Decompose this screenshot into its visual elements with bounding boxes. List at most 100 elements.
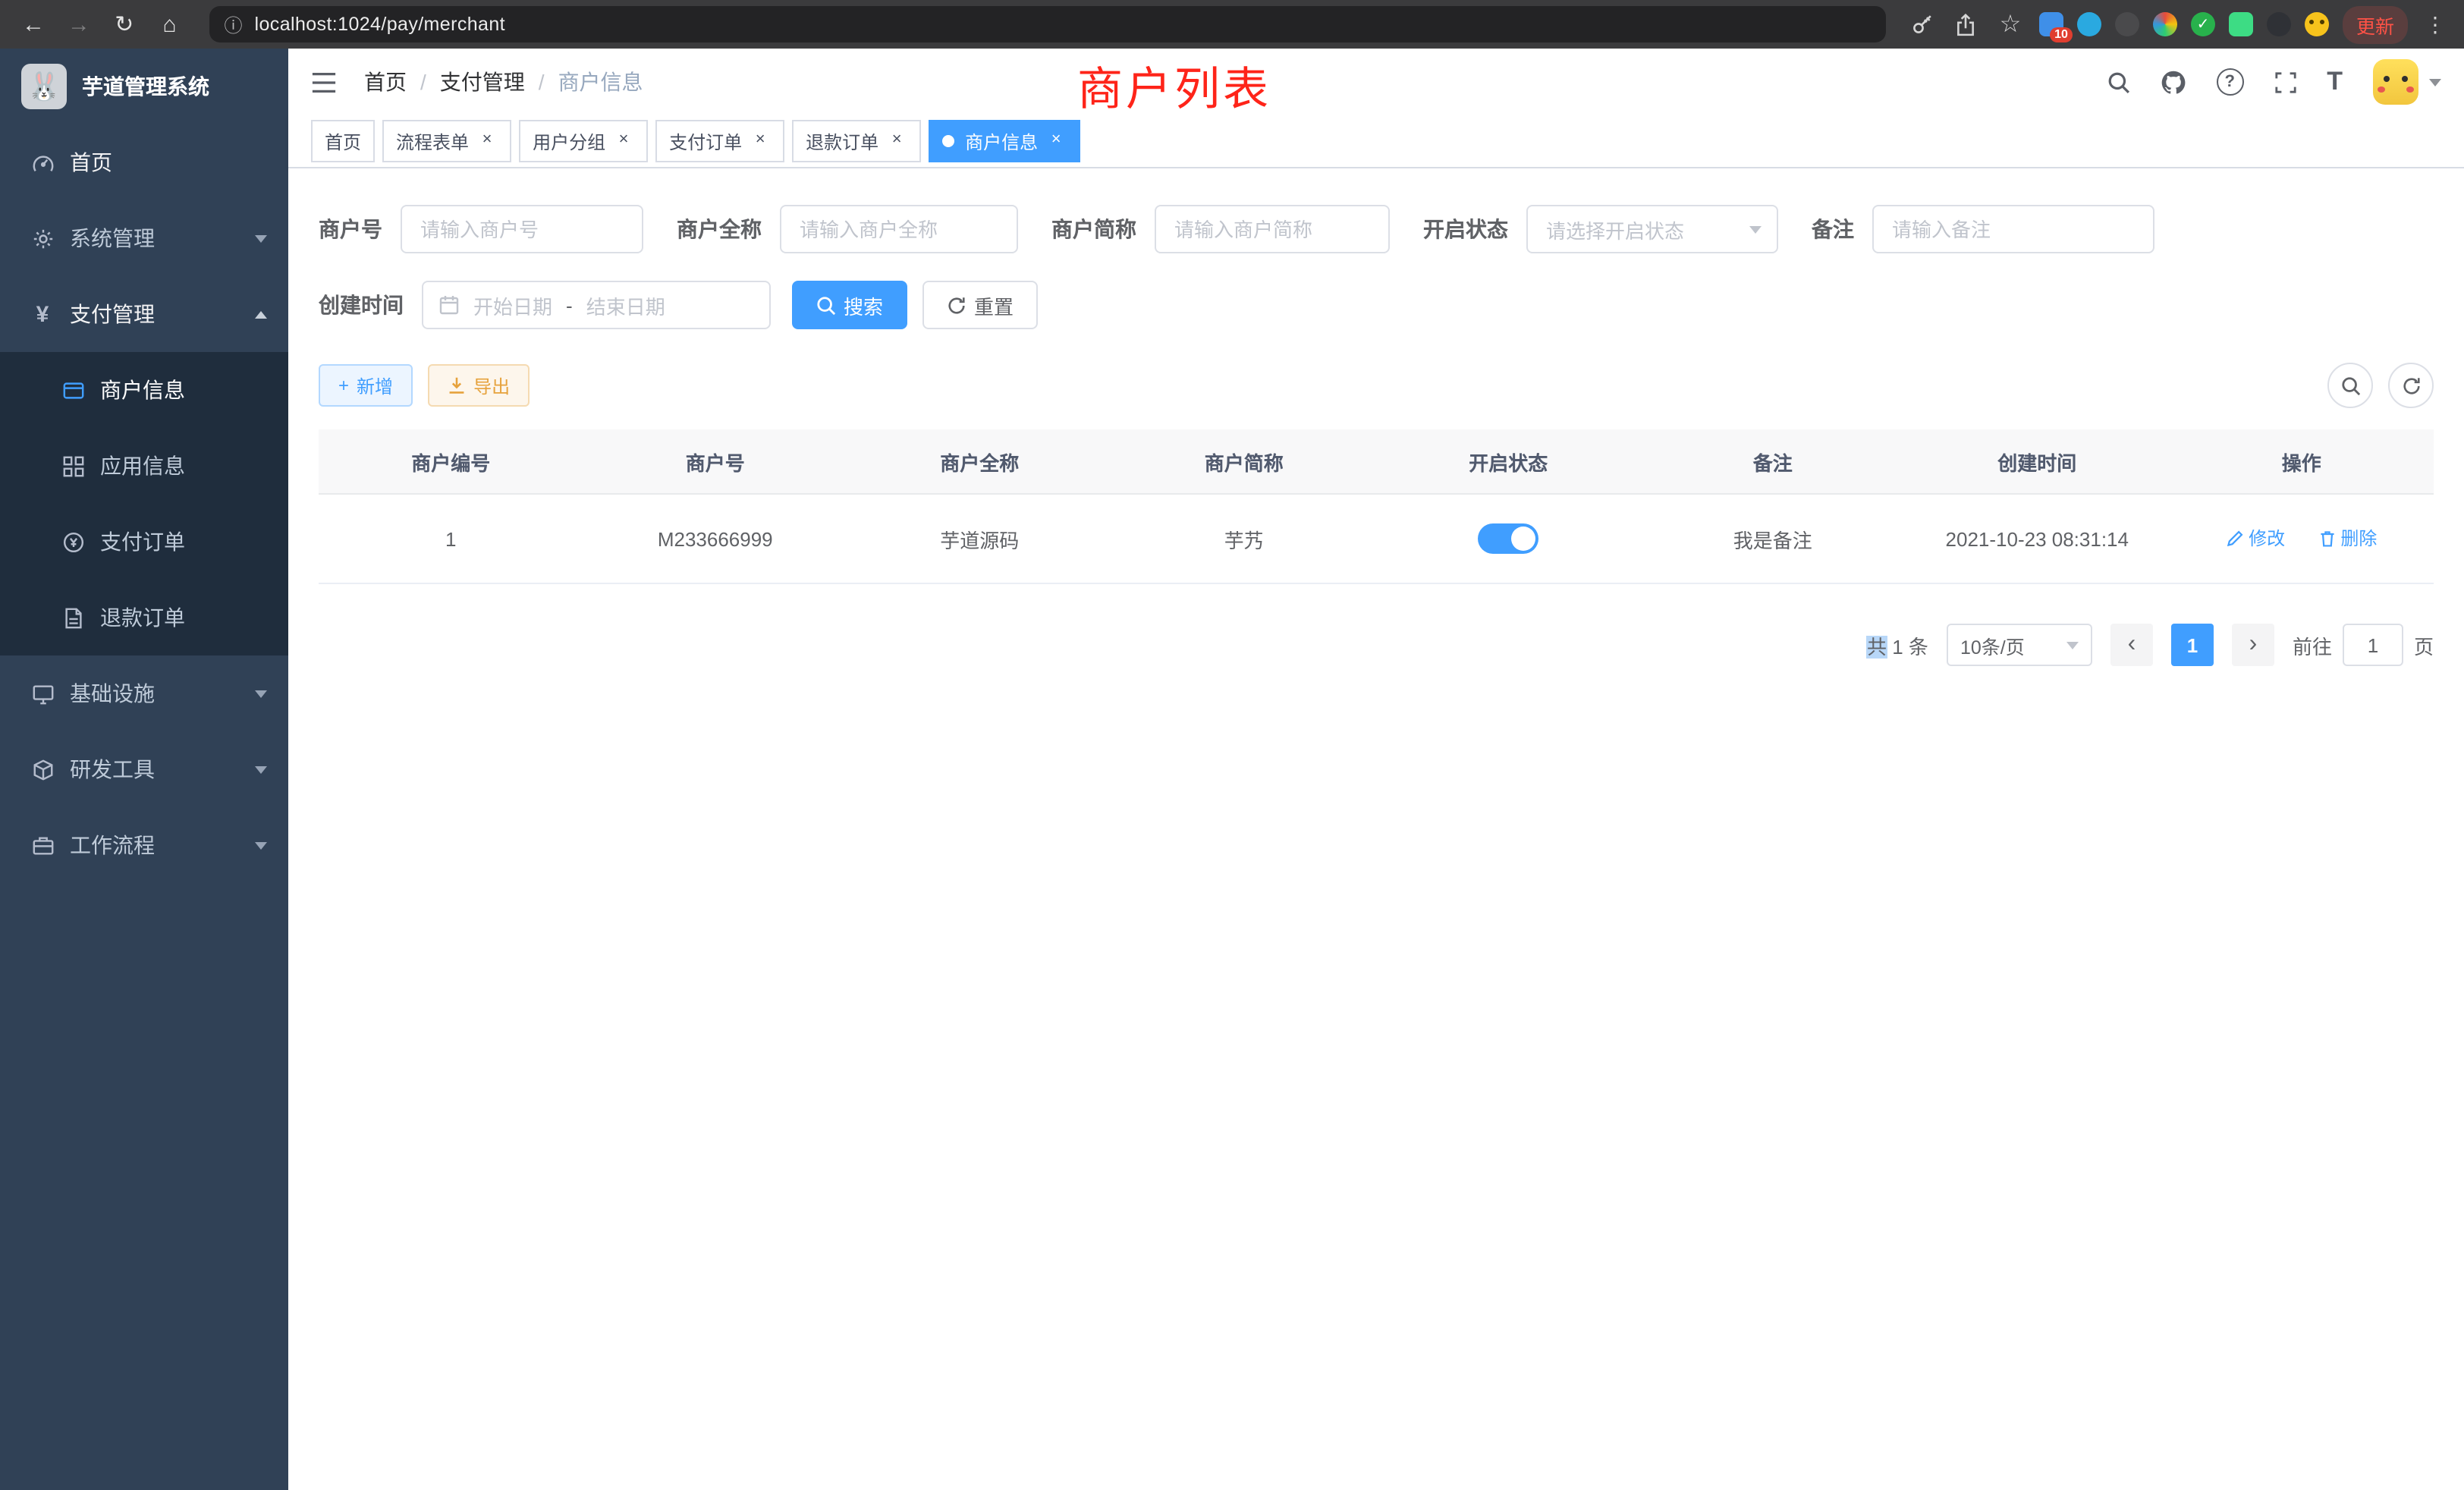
goto-page: 前往 页 — [2293, 624, 2434, 666]
password-key-icon[interactable] — [1907, 9, 1938, 39]
tab-merchant-info[interactable]: 商户信息 × — [929, 120, 1080, 162]
extension-icon-3[interactable] — [2115, 12, 2139, 36]
add-button[interactable]: + 新增 — [319, 364, 413, 407]
pagination: 共 1 条 10条/页 ‹ 1 › 前往 页 — [319, 624, 2434, 666]
sidebar-item-label: 应用信息 — [100, 451, 267, 481]
col-short-name: 商户简称 — [1112, 429, 1377, 494]
tab-close-icon[interactable]: × — [750, 130, 771, 152]
merchant-no-label: 商户号 — [319, 214, 401, 244]
short-name-label: 商户简称 — [1051, 214, 1155, 244]
back-icon[interactable]: ← — [15, 6, 52, 42]
tab-pay-order[interactable]: 支付订单 × — [655, 120, 784, 162]
remark-input[interactable] — [1872, 205, 2154, 253]
reset-button[interactable]: 重置 — [922, 281, 1038, 329]
status-select[interactable]: 请选择开启状态 — [1526, 205, 1778, 253]
browser-update-button[interactable]: 更新 — [2343, 5, 2408, 43]
tags-view-bar: 首页 流程表单 × 用户分组 × 支付订单 × 退款订单 × — [288, 115, 2464, 168]
pagination-total-rest: 1 条 — [1887, 635, 1928, 658]
tab-close-icon[interactable]: × — [476, 130, 498, 152]
sidebar-item-home[interactable]: 首页 — [0, 124, 288, 200]
next-page-button[interactable]: › — [2232, 624, 2274, 666]
annotation-merchant-list: 商户列表 — [1077, 52, 1271, 118]
extension-icon-7[interactable] — [2267, 12, 2291, 36]
user-menu[interactable] — [2373, 59, 2441, 105]
tab-process-form[interactable]: 流程表单 × — [382, 120, 511, 162]
top-navbar: 首页 / 支付管理 / 商户信息 商户列表 — [288, 49, 2464, 115]
sidebar-item-system[interactable]: 系统管理 — [0, 200, 288, 276]
tab-user-group[interactable]: 用户分组 × — [519, 120, 648, 162]
search-icon[interactable] — [2107, 71, 2129, 93]
breadcrumb-separator: / — [420, 70, 426, 94]
extension-icon-2[interactable] — [2077, 12, 2101, 36]
delete-link[interactable]: 删除 — [2318, 526, 2377, 552]
github-icon[interactable] — [2160, 69, 2186, 95]
page-1-button[interactable]: 1 — [2171, 624, 2214, 666]
extension-icon-6[interactable] — [2229, 12, 2253, 36]
export-button-label: 导出 — [473, 372, 510, 398]
sidebar-item-app-info[interactable]: 应用信息 — [0, 428, 288, 504]
sidebar-item-payment[interactable]: ¥ 支付管理 — [0, 276, 288, 352]
extension-icon-4[interactable] — [2153, 12, 2177, 36]
status-label: 开启状态 — [1423, 214, 1526, 244]
extension-icon-1[interactable]: 10 — [2039, 12, 2063, 36]
status-toggle[interactable] — [1478, 523, 1538, 554]
cell-status — [1376, 494, 1641, 583]
chevron-down-icon — [2429, 78, 2441, 86]
edit-link[interactable]: 修改 — [2226, 526, 2285, 552]
tab-label: 退款订单 — [806, 128, 878, 154]
sidebar-item-infrastructure[interactable]: 基础设施 — [0, 655, 288, 731]
monitor-icon — [30, 682, 55, 705]
sidebar-item-workflow[interactable]: 工作流程 — [0, 807, 288, 883]
sidebar-item-dev-tools[interactable]: 研发工具 — [0, 731, 288, 807]
tab-close-icon[interactable]: × — [613, 130, 634, 152]
briefcase-icon — [30, 834, 55, 857]
refresh-table-button[interactable] — [2388, 363, 2434, 408]
page-size-value: 10条/页 — [1960, 630, 2025, 659]
search-button[interactable]: 搜索 — [792, 281, 907, 329]
prev-page-button[interactable]: ‹ — [2110, 624, 2153, 666]
breadcrumb-home[interactable]: 首页 — [364, 67, 407, 97]
chevron-down-icon — [255, 690, 267, 697]
tab-close-icon[interactable]: × — [886, 130, 907, 152]
toggle-search-button[interactable] — [2327, 363, 2373, 408]
sidebar-item-label: 退款订单 — [100, 602, 267, 633]
tab-label: 商户信息 — [965, 128, 1038, 154]
breadcrumb-payment[interactable]: 支付管理 — [440, 67, 525, 97]
merchant-no-input[interactable] — [401, 205, 643, 253]
help-icon[interactable]: ? — [2216, 68, 2243, 96]
page-size-select[interactable]: 10条/页 — [1947, 624, 2092, 666]
site-info-icon[interactable]: ⓘ — [225, 11, 243, 37]
pagination-total-prefix: 共 — [1867, 635, 1887, 658]
share-icon[interactable] — [1951, 9, 1982, 39]
extension-icon-8[interactable] — [2305, 12, 2329, 36]
sidebar-logo[interactable]: 🐰 芋道管理系统 — [0, 49, 288, 124]
col-remark: 备注 — [1641, 429, 1906, 494]
sidebar-toggle-icon[interactable] — [311, 71, 337, 93]
col-status: 开启状态 — [1376, 429, 1641, 494]
browser-menu-icon[interactable]: ⋮ — [2422, 11, 2449, 37]
short-name-input[interactable] — [1155, 205, 1390, 253]
font-size-icon[interactable]: T — [2327, 67, 2343, 97]
sidebar-item-pay-order[interactable]: 支付订单 — [0, 504, 288, 580]
export-button[interactable]: 导出 — [428, 364, 530, 407]
reload-icon[interactable]: ↻ — [106, 6, 143, 42]
full-name-input[interactable] — [780, 205, 1018, 253]
cell-merchant-id: 1 — [319, 494, 583, 583]
sidebar-item-refund-order[interactable]: 退款订单 — [0, 580, 288, 655]
fullscreen-icon[interactable] — [2274, 71, 2296, 93]
add-button-label: 新增 — [357, 372, 393, 398]
sidebar-item-merchant-info[interactable]: 商户信息 — [0, 352, 288, 428]
tab-label: 支付订单 — [669, 128, 742, 154]
tab-home[interactable]: 首页 — [311, 120, 375, 162]
address-bar[interactable]: ⓘ localhost:1024/pay/merchant — [209, 6, 1886, 42]
bookmark-star-icon[interactable]: ☆ — [1995, 9, 2026, 39]
table-row: 1 M233666999 芋道源码 芋艿 我是备注 2021-10-23 08:… — [319, 494, 2434, 583]
tab-refund-order[interactable]: 退款订单 × — [792, 120, 921, 162]
extension-icon-5[interactable]: ✓ — [2191, 12, 2215, 36]
home-icon[interactable]: ⌂ — [152, 6, 188, 42]
forward-icon[interactable]: → — [61, 6, 97, 42]
create-time-range-picker[interactable]: 开始日期 - 结束日期 — [422, 281, 771, 329]
sidebar-item-label: 基础设施 — [70, 678, 240, 709]
goto-page-input[interactable] — [2343, 624, 2403, 666]
tab-close-icon[interactable]: × — [1045, 130, 1067, 152]
